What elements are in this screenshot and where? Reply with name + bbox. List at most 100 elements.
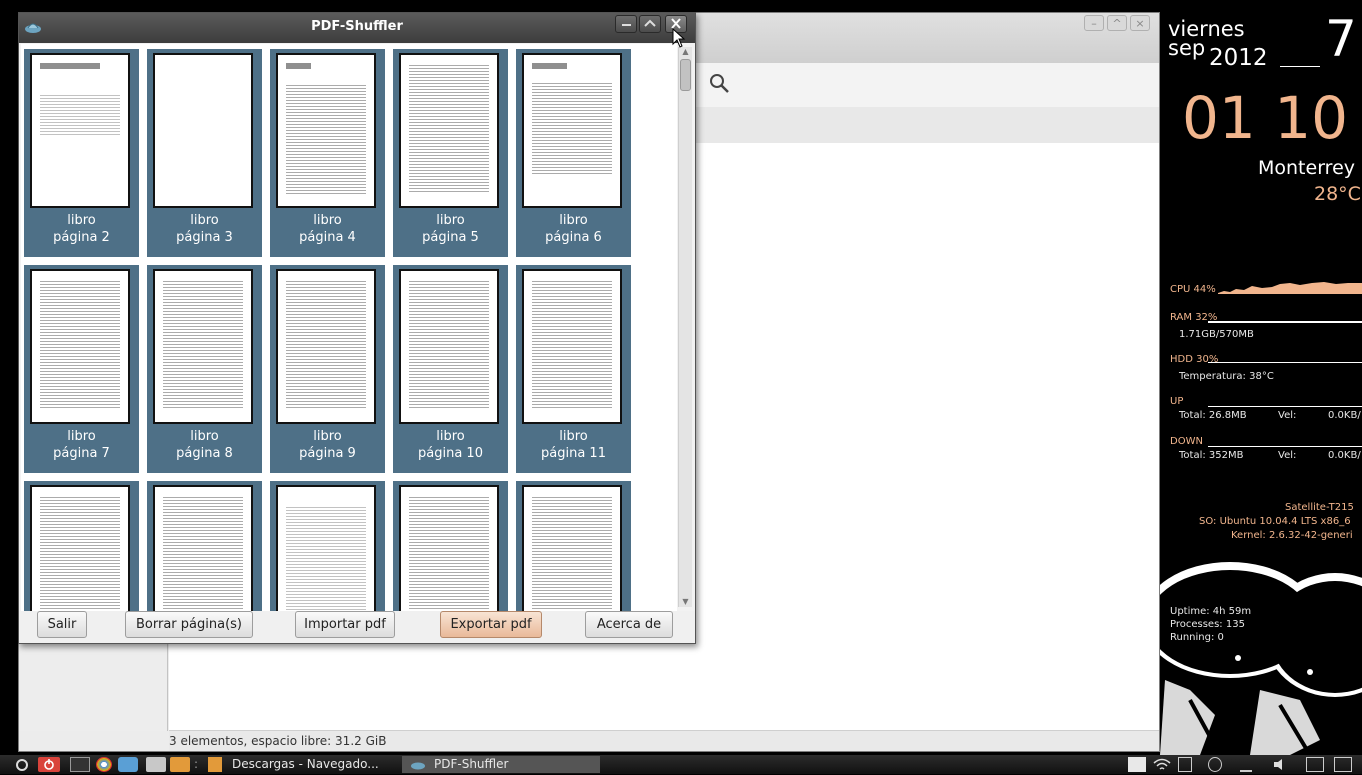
page-file-label: libro: [313, 429, 342, 444]
page-thumbnail[interactable]: [270, 481, 385, 621]
export-pdf-button[interactable]: Exportar pdf: [440, 611, 542, 638]
taskbar: : Descargas - Navegado... PDF-Shuffler: [0, 755, 1362, 774]
page-preview: [153, 485, 253, 621]
page-thumbnail[interactable]: [24, 481, 139, 621]
page-preview: [522, 53, 622, 208]
folder-icon: [208, 757, 222, 772]
conky-os: SO: Ubuntu 10.04.4 LTS x86_6: [1199, 516, 1351, 527]
mouse-cursor-icon: [672, 28, 686, 48]
separator-icon: :: [194, 757, 199, 771]
page-number-label: página 9: [299, 446, 356, 461]
scrollbar-thumb[interactable]: [680, 59, 691, 91]
page-number-label: página 5: [422, 230, 479, 245]
cpu-graph: [1218, 282, 1362, 294]
conky-processes: Processes: 135: [1170, 619, 1245, 630]
page-preview: [30, 485, 130, 621]
maximize-icon[interactable]: ^: [1107, 15, 1127, 31]
pdf-shuffler-titlebar[interactable]: PDF-Shuffler: [19, 13, 695, 43]
page-number-label: página 10: [418, 446, 483, 461]
minimize-icon[interactable]: –: [1084, 15, 1104, 31]
page-thumbnail[interactable]: libro página 11: [516, 265, 631, 473]
page-preview: [30, 53, 130, 208]
conky-hdd: HDD 30%: [1170, 354, 1219, 365]
page-thumbnail[interactable]: libro página 7: [24, 265, 139, 473]
users-icon[interactable]: [118, 757, 138, 772]
conky-ram-detail: 1.71GB/570MB: [1179, 329, 1254, 340]
page-thumbnail[interactable]: [393, 481, 508, 621]
mail-icon[interactable]: [146, 757, 166, 772]
page-preview: [399, 53, 499, 208]
close-icon[interactable]: ×: [1130, 15, 1150, 31]
power-icon[interactable]: [38, 757, 60, 772]
page-file-label: libro: [190, 429, 219, 444]
conky-up-vel-label: Vel:: [1278, 410, 1297, 421]
chat-tray-icon[interactable]: [1334, 757, 1352, 772]
page-thumbnail[interactable]: libro página 4: [270, 49, 385, 257]
conky-uptime: Uptime: 4h 59m: [1170, 606, 1252, 617]
maximize-icon[interactable]: [639, 15, 661, 33]
terminal-icon[interactable]: [70, 757, 90, 772]
page-number-label: página 7: [53, 446, 110, 461]
conky-cpu: CPU 44%: [1170, 284, 1216, 295]
keyboard-icon[interactable]: [1128, 757, 1146, 772]
page-number-label: página 8: [176, 446, 233, 461]
quit-button[interactable]: Salir: [37, 611, 87, 638]
page-thumbnail[interactable]: libro página 10: [393, 265, 508, 473]
page-thumbnail[interactable]: [147, 481, 262, 621]
minimize-icon[interactable]: [615, 15, 637, 33]
scroll-up-icon[interactable]: ▲: [680, 47, 691, 57]
page-preview: [276, 53, 376, 208]
volume-icon[interactable]: [1272, 757, 1290, 772]
page-preview: [30, 269, 130, 424]
conky-city: Monterrey: [1258, 157, 1356, 179]
taskbar-task-file-manager[interactable]: Descargas - Navegado...: [232, 756, 379, 773]
page-thumbnail[interactable]: libro página 5: [393, 49, 508, 257]
about-button[interactable]: Acerca de: [585, 611, 673, 638]
scroll-down-icon[interactable]: ▼: [680, 597, 691, 607]
conky-down-total: Total: 352MB: [1179, 450, 1244, 461]
page-thumbnail[interactable]: libro página 6: [516, 49, 631, 257]
mail-tray-icon[interactable]: [1306, 757, 1324, 772]
page-number-label: página 11: [541, 446, 606, 461]
network-icon[interactable]: [1208, 757, 1222, 772]
power-plug-icon[interactable]: [1240, 757, 1252, 772]
vertical-scrollbar[interactable]: ▲ ▼: [678, 47, 692, 607]
page-thumbnail[interactable]: libro página 8: [147, 265, 262, 473]
character-wallpaper-icon: [1160, 562, 1362, 755]
conky-up-vel: 0.0KB/: [1328, 410, 1361, 421]
page-preview: [276, 269, 376, 424]
conky-year: 2012: [1209, 45, 1268, 71]
page-thumbnail[interactable]: libro página 2: [24, 49, 139, 257]
taskbar-task-pdf-shuffler[interactable]: PDF-Shuffler: [402, 756, 600, 773]
wifi-icon[interactable]: [1152, 757, 1172, 772]
page-thumbnail[interactable]: libro página 9: [270, 265, 385, 473]
conky-up: UP: [1170, 396, 1184, 407]
button-row: Salir Borrar página(s) Importar pdf Expo…: [19, 611, 695, 643]
files-icon[interactable]: [170, 757, 190, 772]
conky-panel: viernes sep 2012 7 01 10 Monterrey 28°C …: [1160, 0, 1362, 755]
page-file-label: libro: [190, 213, 219, 228]
page-number-label: página 2: [53, 230, 110, 245]
page-preview: [399, 269, 499, 424]
import-pdf-button[interactable]: Importar pdf: [295, 611, 395, 638]
page-thumbnail[interactable]: [516, 481, 631, 621]
delete-pages-button[interactable]: Borrar página(s): [125, 611, 253, 638]
status-bar: 3 elementos, espacio libre: 31.2 GiB: [169, 730, 1159, 751]
page-number-label: página 6: [545, 230, 602, 245]
conky-time: 01 10: [1182, 84, 1349, 152]
page-thumbnail[interactable]: libro página 3: [147, 49, 262, 257]
conky-month: sep: [1168, 36, 1206, 60]
search-icon[interactable]: [707, 71, 733, 97]
page-thumbnail-grid[interactable]: libro página 2 libro página 3 libro página …: [21, 44, 677, 621]
conky-running: Running: 0: [1170, 632, 1224, 643]
window-title: PDF-Shuffler: [311, 19, 403, 34]
pdf-shuffler-window: PDF-Shuffler libro página 2 libro página 3…: [18, 12, 696, 644]
page-preview: [153, 53, 253, 208]
conky-down: DOWN: [1170, 436, 1203, 447]
refresh-icon[interactable]: [14, 757, 30, 772]
page-file-label: libro: [67, 429, 96, 444]
browser-icon[interactable]: [96, 757, 112, 772]
conky-down-vel: 0.0KB/: [1328, 450, 1361, 461]
page-preview: [276, 485, 376, 621]
clipboard-icon[interactable]: [1178, 757, 1192, 772]
